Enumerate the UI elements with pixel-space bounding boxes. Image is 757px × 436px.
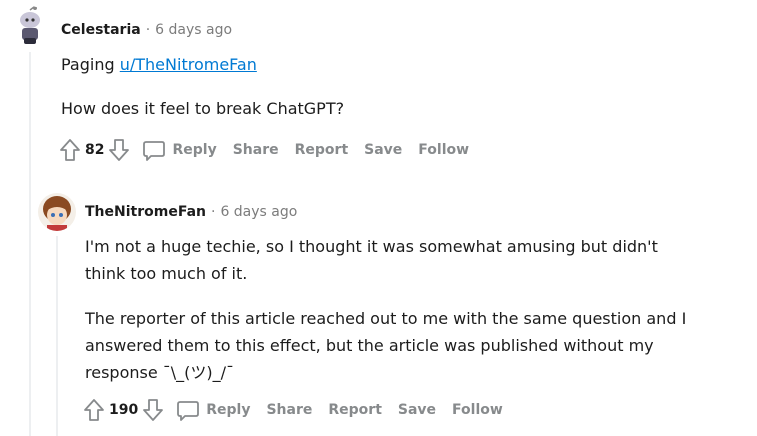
comment-body: Paging u/TheNitromeFan How does it feel … bbox=[61, 51, 701, 122]
avatar-celestaria[interactable] bbox=[10, 6, 50, 46]
vote-count: 190 bbox=[109, 402, 139, 418]
reply-label: Reply bbox=[172, 142, 217, 158]
share-button[interactable]: Share bbox=[266, 402, 312, 418]
comment-header: TheNitromeFan · 6 days ago bbox=[85, 202, 297, 222]
paragraph: Paging u/TheNitromeFan bbox=[61, 51, 701, 78]
separator: · bbox=[145, 22, 151, 38]
save-button[interactable]: Save bbox=[398, 402, 436, 418]
thread-line[interactable] bbox=[56, 236, 58, 436]
timestamp[interactable]: 6 days ago bbox=[220, 204, 297, 220]
follow-button[interactable]: Follow bbox=[452, 402, 503, 418]
paragraph: I'm not a huge techie, so I thought it w… bbox=[85, 237, 658, 283]
report-button[interactable]: Report bbox=[328, 402, 382, 418]
reply-button[interactable]: Reply bbox=[142, 139, 217, 161]
speech-bubble-icon bbox=[142, 139, 166, 161]
comment-actions: 82 Reply Share Report Save Follow bbox=[59, 137, 469, 163]
separator: · bbox=[210, 204, 216, 220]
downvote-icon[interactable] bbox=[142, 398, 164, 422]
upvote-icon[interactable] bbox=[59, 138, 81, 162]
save-button[interactable]: Save bbox=[364, 142, 402, 158]
speech-bubble-icon bbox=[176, 399, 200, 421]
reply-button[interactable]: Reply bbox=[176, 399, 250, 421]
username[interactable]: TheNitromeFan bbox=[85, 204, 206, 220]
paging-text: Paging bbox=[61, 55, 115, 74]
upvote-icon[interactable] bbox=[83, 398, 105, 422]
user-mention-link[interactable]: u/TheNitromeFan bbox=[120, 55, 257, 74]
downvote-icon[interactable] bbox=[108, 138, 130, 162]
comment-actions: 190 Reply Share Report Save Follow bbox=[83, 397, 503, 423]
username[interactable]: Celestaria bbox=[61, 22, 141, 38]
follow-button[interactable]: Follow bbox=[418, 142, 469, 158]
reply-label: Reply bbox=[206, 402, 251, 418]
comment-header: Celestaria · 6 days ago bbox=[61, 20, 232, 40]
vote-count: 82 bbox=[85, 142, 105, 158]
thread-line[interactable] bbox=[29, 52, 31, 436]
share-button[interactable]: Share bbox=[233, 142, 279, 158]
report-button[interactable]: Report bbox=[295, 142, 349, 158]
paragraph: The reporter of this article reached out… bbox=[85, 309, 687, 382]
comment-body: I'm not a huge techie, so I thought it w… bbox=[85, 233, 695, 386]
paragraph: How does it feel to break ChatGPT? bbox=[61, 99, 345, 118]
avatar-thenitromefan[interactable] bbox=[38, 193, 76, 231]
timestamp[interactable]: 6 days ago bbox=[155, 22, 232, 38]
